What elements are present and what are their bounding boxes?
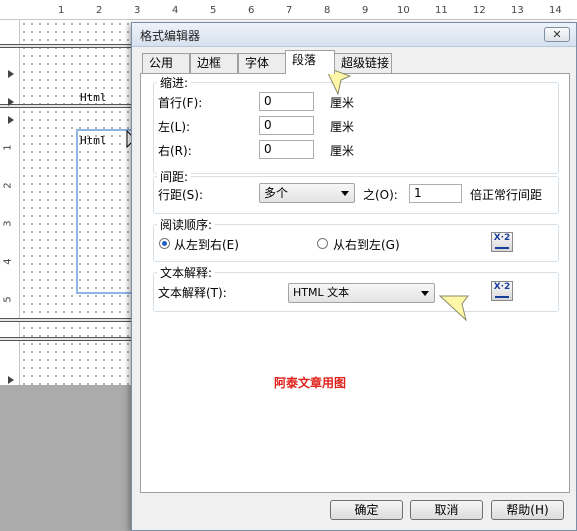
tab-paragraph[interactable]: 段落 [285, 50, 335, 74]
rtl-radio[interactable] [317, 238, 328, 249]
multiple-value-input[interactable]: 1 [409, 184, 462, 203]
tab-border[interactable]: 边框 [190, 53, 238, 73]
reading-order-group-title: 阅读顺序: [157, 216, 216, 233]
ruler-tick: 8 [324, 5, 331, 16]
tab-font[interactable]: 字体 [238, 53, 286, 73]
chevron-down-icon [341, 191, 349, 196]
text-interpretation-select[interactable]: HTML 文本 [288, 283, 435, 303]
section-marker-icon[interactable] [8, 70, 14, 78]
selected-html-field[interactable]: Html [76, 129, 134, 294]
ruler-tick: 5 [2, 296, 14, 303]
ruler-tick: 2 [2, 182, 14, 189]
watermark-text: 阿泰文章用图 [274, 376, 347, 390]
of-label: 之(O): [363, 188, 398, 202]
line-spacing-value: 多个 [264, 186, 289, 200]
text-interpretation-group-title: 文本解释: [157, 264, 216, 281]
formula-icon: X·2 [493, 282, 511, 292]
formula-button[interactable]: X·2 [491, 281, 513, 301]
ruler-tick: 9 [362, 5, 369, 16]
text-interpretation-value: HTML 文本 [293, 286, 350, 299]
format-editor-dialog: 格式编辑器 ✕ 公用 边框 字体 段落 超级链接 缩进: 首行(F): 0 厘米… [131, 22, 577, 531]
ruler-tick: 3 [134, 5, 141, 16]
cancel-button[interactable]: 取消 [410, 500, 483, 520]
multiple-suffix-label: 倍正常行间距 [470, 188, 543, 202]
ruler-tick: 10 [397, 5, 410, 16]
callout-arrow-icon [438, 295, 469, 322]
indent-group [153, 82, 559, 174]
ruler-tick: 1 [58, 5, 65, 16]
indent-group-title: 缩进: [157, 74, 192, 91]
ltr-radio[interactable] [159, 238, 170, 249]
dialog-title: 格式编辑器 [140, 29, 201, 43]
ruler-tick: 4 [172, 5, 179, 16]
ruler-tick: 14 [549, 5, 562, 16]
right-indent-label: 右(R): [158, 144, 192, 158]
first-line-label: 首行(F): [158, 96, 203, 110]
unit-label: 厘米 [330, 144, 355, 158]
rtl-label[interactable]: 从右到左(G) [333, 236, 400, 253]
ruler-tick: 12 [473, 5, 486, 16]
section-marker-icon[interactable] [8, 376, 14, 384]
html-field-label: Html [80, 134, 107, 147]
horizontal-ruler: 1 2 3 4 5 6 7 8 9 10 11 12 13 14 [0, 0, 577, 20]
text-interpretation-label: 文本解释(T): [158, 286, 227, 300]
spacing-group-title: 间距: [157, 168, 192, 185]
formula-bar-icon [495, 247, 509, 249]
close-button[interactable]: ✕ [544, 27, 570, 42]
formula-bar-icon [495, 296, 509, 298]
ok-button[interactable]: 确定 [330, 500, 403, 520]
formula-button[interactable]: X·2 [491, 232, 513, 252]
left-indent-input[interactable]: 0 [259, 116, 314, 135]
right-indent-input[interactable]: 0 [259, 140, 314, 159]
ruler-tick: 5 [210, 5, 217, 16]
line-spacing-label: 行距(S): [158, 188, 204, 202]
help-button[interactable]: 帮助(H) [491, 500, 564, 520]
line-spacing-select[interactable]: 多个 [259, 183, 355, 203]
section-marker-icon[interactable] [8, 116, 14, 124]
ruler-tick: 4 [2, 258, 14, 265]
ruler-tick: 7 [286, 5, 293, 16]
ruler-tick: 1 [2, 144, 14, 151]
tab-common[interactable]: 公用 [142, 53, 190, 73]
first-line-input[interactable]: 0 [259, 92, 314, 111]
chevron-down-icon [421, 291, 429, 296]
left-indent-label: 左(L): [158, 120, 191, 134]
html-field-label[interactable]: Html [80, 91, 107, 104]
ruler-tick: 6 [248, 5, 255, 16]
unit-label: 厘米 [330, 120, 355, 134]
ruler-tick: 11 [435, 5, 448, 16]
section-marker-icon[interactable] [8, 98, 14, 106]
ruler-tick: 3 [2, 220, 14, 227]
ruler-tick: 2 [96, 5, 103, 16]
ltr-label[interactable]: 从左到右(E) [174, 236, 239, 253]
dialog-titlebar[interactable]: 格式编辑器 ✕ [132, 23, 576, 47]
paragraph-tab-panel: 缩进: 首行(F): 0 厘米 左(L): 0 厘米 右(R): 0 厘米 间距… [140, 73, 570, 493]
formula-icon: X·2 [493, 233, 511, 243]
ruler-tick: 13 [511, 5, 524, 16]
